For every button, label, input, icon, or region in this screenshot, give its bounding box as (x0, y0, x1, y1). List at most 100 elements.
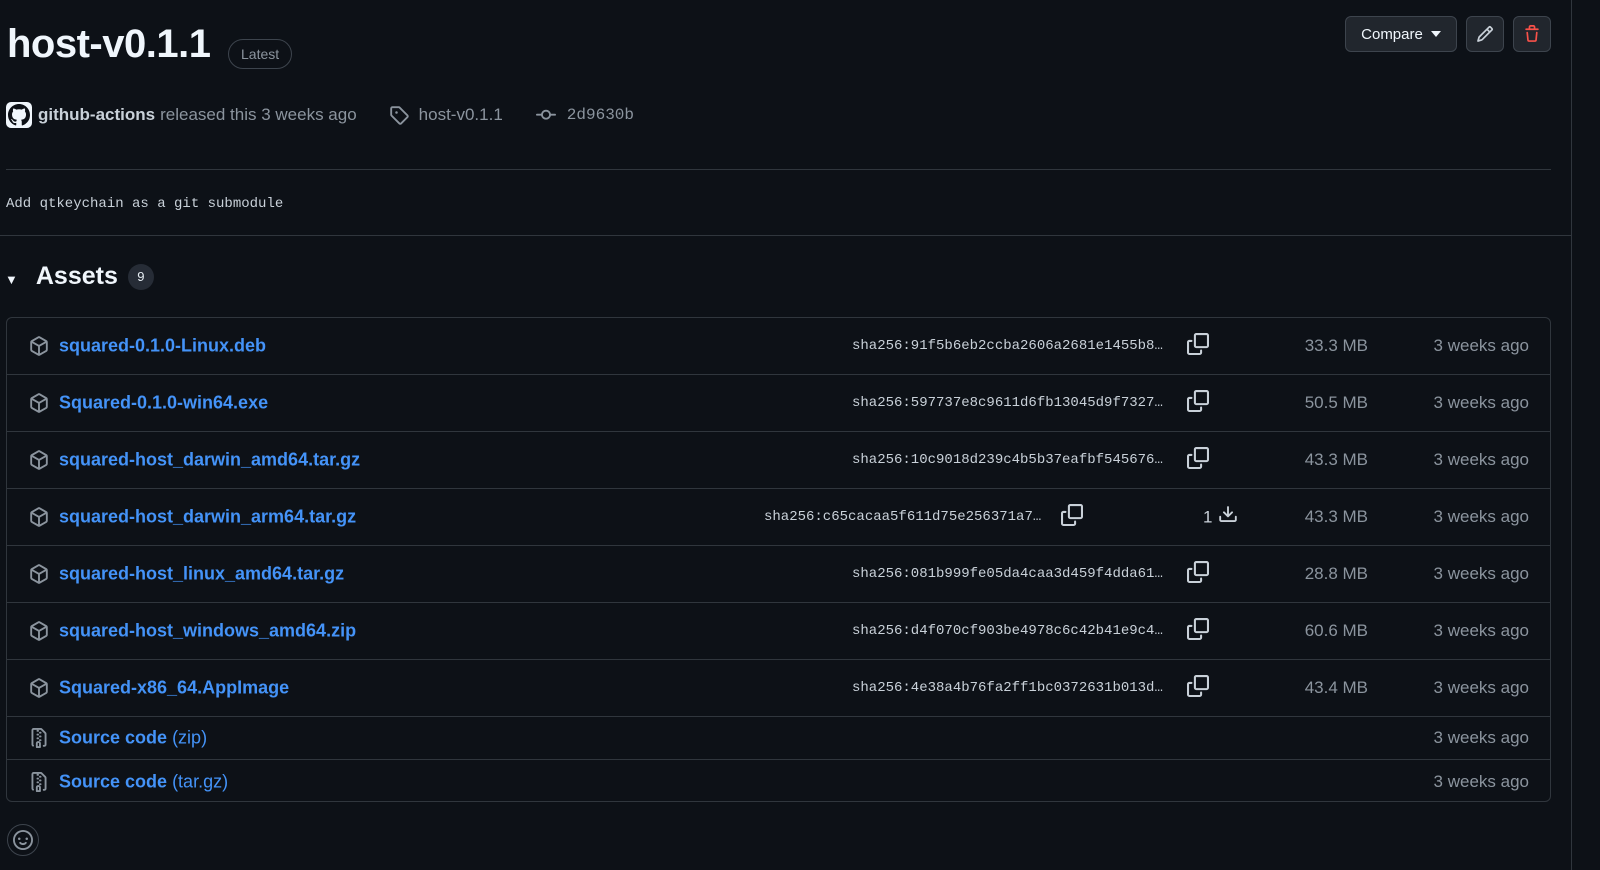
asset-link[interactable]: squared-host_darwin_arm64.tar.gz (59, 507, 356, 528)
caret-down-icon: ▼ (5, 271, 18, 287)
trash-icon (1525, 25, 1539, 42)
asset-link[interactable]: squared-host_darwin_amd64.tar.gz (59, 450, 360, 471)
copy-icon (1187, 560, 1209, 588)
asset-sha256: sha256:c65cacaa5f611d75e256371a7… (764, 509, 1042, 525)
source-code-format: (zip) (172, 727, 208, 748)
asset-sha256: sha256:4e38a4b76fa2ff1bc0372631b013d… (852, 680, 1163, 696)
copy-sha-button[interactable] (1186, 617, 1210, 645)
source-code-label: Source code (59, 727, 168, 748)
source-code-row: Source code (tar.gz) 3 weeks ago (7, 760, 1550, 801)
source-code-row: Source code (zip) 3 weeks ago (7, 717, 1550, 760)
asset-date: 3 weeks ago (1433, 450, 1529, 469)
asset-link[interactable]: squared-0.1.0-Linux.deb (59, 336, 266, 357)
page-divider-vertical (1571, 0, 1572, 870)
add-reaction-button[interactable] (7, 824, 39, 856)
compare-button[interactable]: Compare (1345, 16, 1457, 52)
asset-sha256: sha256:91f5b6eb2ccba2606a2681e1455b8… (852, 338, 1163, 354)
file-zip-icon (29, 728, 49, 748)
package-icon (29, 336, 49, 356)
tag-icon (389, 106, 409, 125)
copy-sha-button[interactable] (1186, 446, 1210, 474)
asset-row: squared-host_linux_amd64.tar.gz sha256:08… (7, 546, 1550, 603)
git-commit-icon (535, 109, 556, 120)
download-count-value: 1 (1203, 507, 1213, 526)
asset-size: 50.5 MB (1304, 393, 1368, 412)
asset-row: squared-host_darwin_arm64.tar.gz sha256:c… (7, 489, 1550, 546)
pencil-icon (1477, 26, 1493, 42)
avatar[interactable] (6, 102, 32, 128)
source-code-label: Source code (59, 771, 168, 791)
asset-sha256: sha256:597737e8c9611d6fb13045d9f7327… (852, 395, 1163, 411)
copy-icon (1061, 503, 1083, 531)
copy-sha-button[interactable] (1186, 560, 1210, 588)
copy-icon (1187, 617, 1209, 645)
source-code-link[interactable]: Source code (tar.gz) (59, 771, 228, 792)
asset-row: squared-host_windows_amd64.zip sha256:d4f… (7, 603, 1550, 660)
tag-link[interactable]: host-v0.1.1 (389, 105, 503, 125)
asset-link[interactable]: squared-host_linux_amd64.tar.gz (59, 564, 344, 585)
asset-size: 28.8 MB (1304, 564, 1368, 583)
asset-link[interactable]: squared-host_windows_amd64.zip (59, 621, 356, 642)
assets-toggle[interactable]: ▼ Assets 9 (5, 262, 154, 291)
github-logo-icon (8, 104, 30, 126)
asset-row: Squared-x86_64.AppImage sha256:4e38a4b76f… (7, 660, 1550, 717)
smiley-icon (13, 830, 33, 850)
asset-date: 3 weeks ago (1433, 393, 1529, 412)
tag-label: host-v0.1.1 (418, 105, 503, 124)
download-count: 1 (1203, 505, 1238, 530)
copy-sha-button[interactable] (1060, 503, 1084, 531)
package-icon (29, 564, 49, 584)
copy-icon (1187, 389, 1209, 417)
copy-sha-button[interactable] (1186, 389, 1210, 417)
asset-date: 3 weeks ago (1433, 564, 1529, 583)
release-meta: github-actions released this 3 weeks ago… (6, 100, 634, 130)
source-code-link[interactable]: Source code (zip) (59, 728, 207, 749)
package-icon (29, 621, 49, 641)
asset-date: 3 weeks ago (1433, 621, 1529, 640)
asset-date: 3 weeks ago (1433, 771, 1529, 791)
commit-link[interactable]: 2d9630b (535, 105, 634, 125)
asset-size: 43.3 MB (1304, 507, 1368, 526)
asset-date: 3 weeks ago (1433, 507, 1529, 526)
copy-icon (1187, 446, 1209, 474)
source-code-format: (tar.gz) (172, 771, 229, 791)
file-zip-icon (29, 771, 49, 792)
compare-label: Compare (1361, 25, 1423, 43)
asset-link[interactable]: Squared-x86_64.AppImage (59, 678, 289, 699)
asset-row: Squared-0.1.0-win64.exe sha256:597737e8c9… (7, 375, 1550, 432)
asset-date: 3 weeks ago (1433, 678, 1529, 697)
released-text: released this 3 weeks ago (160, 105, 357, 124)
asset-sha256: sha256:081b999fe05da4caa3d459f4dda61… (852, 566, 1163, 582)
assets-list: squared-0.1.0-Linux.deb sha256:91f5b6eb2c… (6, 317, 1551, 802)
asset-size: 43.4 MB (1304, 678, 1368, 697)
package-icon (29, 393, 49, 413)
release-actions: Compare (1345, 16, 1551, 52)
asset-size: 60.6 MB (1304, 621, 1368, 640)
asset-row: squared-0.1.0-Linux.deb sha256:91f5b6eb2c… (7, 318, 1550, 375)
package-icon (29, 450, 49, 470)
divider (6, 169, 1551, 170)
assets-title: Assets (35, 262, 118, 290)
copy-icon (1187, 674, 1209, 702)
package-icon (29, 678, 49, 698)
download-icon (1218, 505, 1238, 530)
asset-row: squared-host_darwin_amd64.tar.gz sha256:1… (7, 432, 1550, 489)
asset-size: 33.3 MB (1304, 336, 1368, 355)
chevron-down-icon (1430, 31, 1441, 37)
commit-label: 2d9630b (566, 106, 634, 124)
asset-sha256: sha256:10c9018d239c4b5b37eafbf545676… (852, 452, 1163, 468)
assets-count-badge: 9 (127, 263, 154, 290)
delete-release-button[interactable] (1513, 16, 1551, 52)
copy-sha-button[interactable] (1186, 674, 1210, 702)
release-title: host-v0.1.1 (7, 22, 211, 66)
asset-link[interactable]: Squared-0.1.0-win64.exe (59, 393, 268, 414)
asset-date: 3 weeks ago (1433, 336, 1529, 355)
edit-release-button[interactable] (1466, 16, 1504, 52)
release-description: Add qtkeychain as a git submodule (6, 196, 284, 212)
asset-sha256: sha256:d4f070cf903be4978c6c42b41e9c4… (852, 623, 1163, 639)
copy-icon (1187, 332, 1209, 360)
author-link[interactable]: github-actions (38, 105, 155, 125)
asset-size: 43.3 MB (1304, 450, 1368, 469)
copy-sha-button[interactable] (1186, 332, 1210, 360)
asset-date: 3 weeks ago (1433, 728, 1529, 747)
